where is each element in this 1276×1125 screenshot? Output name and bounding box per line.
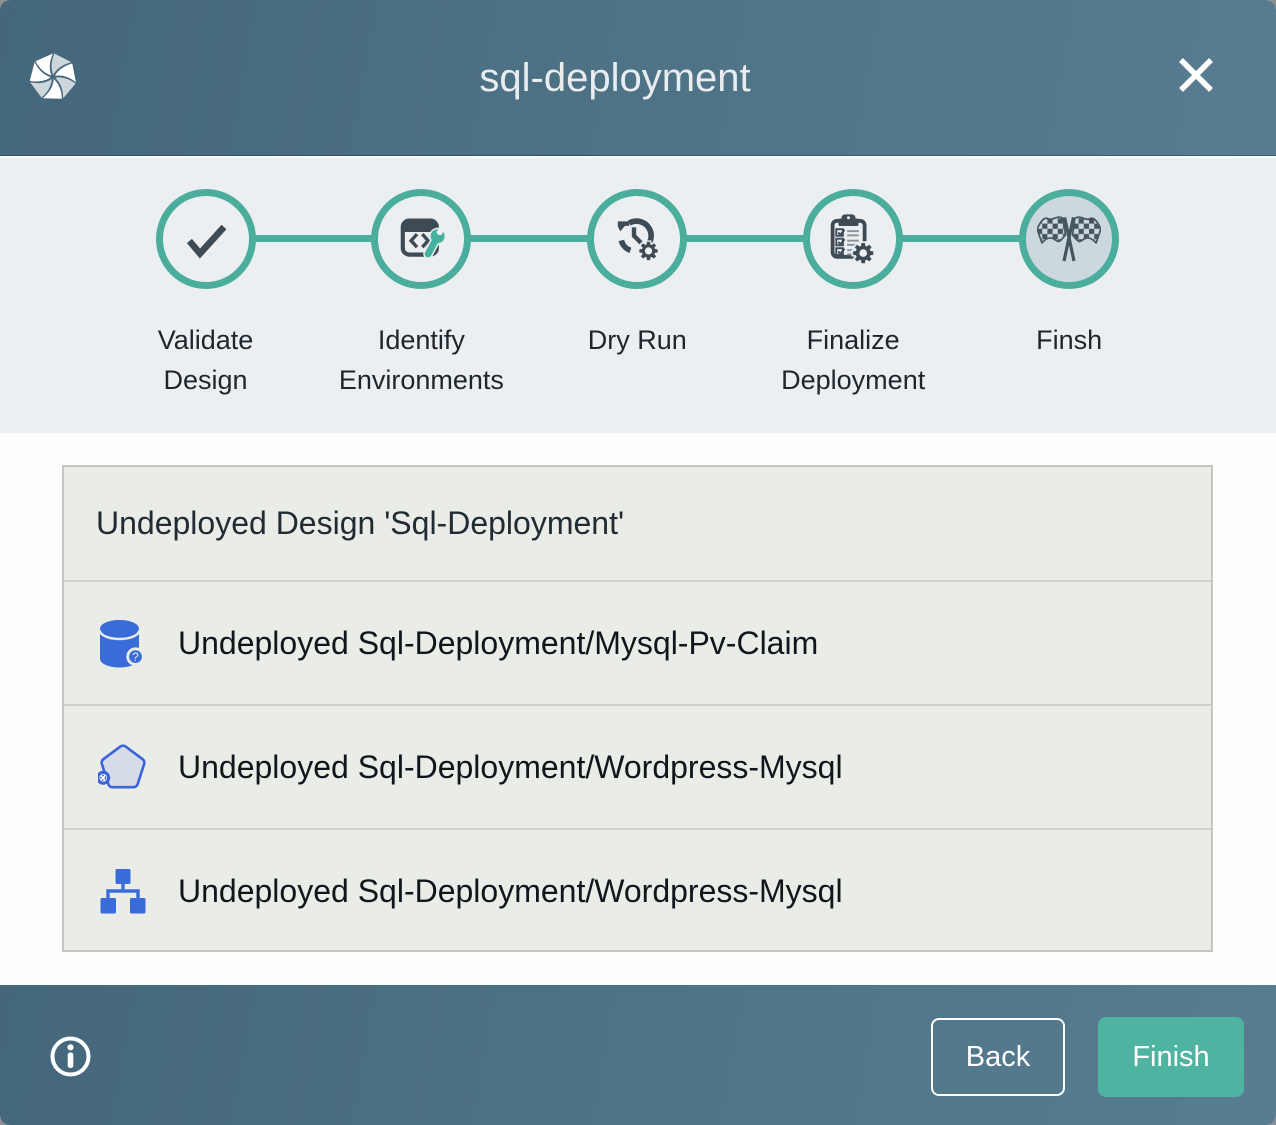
svg-text:?: ? bbox=[132, 650, 139, 664]
